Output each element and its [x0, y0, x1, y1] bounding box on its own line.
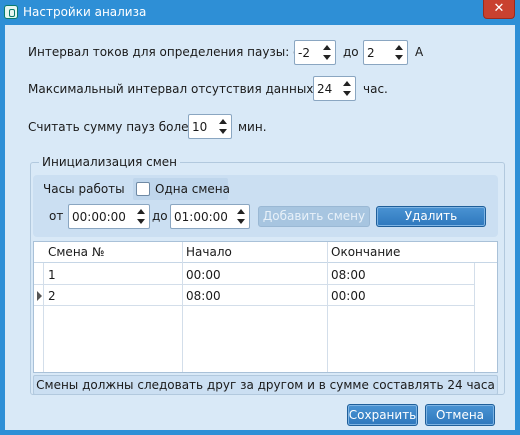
add-shift-button[interactable]: Добавить смену: [258, 206, 370, 227]
table-row[interactable]: 1 00:00 08:00: [34, 264, 474, 285]
shifts-group: Инициализация смен Часы работы Одна смен…: [30, 155, 505, 395]
shift-to-time-value[interactable]: 01:00:00: [174, 210, 228, 224]
column-header-start[interactable]: Начало: [186, 245, 232, 259]
shift-from-label: от: [49, 209, 64, 223]
shift-editor-panel: Часы работы Одна смена от 00:00:00 до 01…: [33, 175, 498, 237]
max-gap-spinner[interactable]: 24: [313, 76, 356, 101]
table-row[interactable]: 2 08:00 00:00: [34, 285, 474, 306]
table-header: Смена № Начало Окончание: [34, 242, 497, 263]
current-unit: А: [415, 45, 424, 59]
work-hours-label: Часы работы: [43, 182, 125, 196]
table-scrollbar[interactable]: [474, 263, 497, 372]
cancel-button[interactable]: Отмена: [425, 404, 495, 426]
save-button[interactable]: Сохранить: [347, 404, 418, 426]
dialog-body: Интервал токов для определения паузы: от…: [5, 25, 515, 430]
spinner-arrows-icon[interactable]: [136, 207, 147, 226]
shift-to-time-input[interactable]: 01:00:00: [170, 204, 250, 229]
column-divider: [327, 242, 328, 372]
shifts-note: Смены должны следовать друг за другом и …: [33, 375, 498, 395]
pause-sum-unit: мин.: [238, 120, 267, 134]
shift-to-label: до: [152, 209, 168, 223]
pause-sum-value[interactable]: 10: [192, 120, 207, 134]
settings-dialog: Настройки анализа ✕ Интервал токов для о…: [0, 0, 520, 435]
column-header-end[interactable]: Окончание: [331, 245, 400, 259]
spinner-arrows-icon[interactable]: [218, 117, 229, 136]
spinner-arrows-icon[interactable]: [394, 43, 405, 62]
current-row-pointer-icon: [37, 291, 42, 301]
cell-start[interactable]: 00:00: [186, 268, 221, 282]
spinner-arrows-icon[interactable]: [342, 79, 353, 98]
max-gap-label: Максимальный интервал отсутствия данных …: [28, 82, 333, 96]
one-shift-checkbox[interactable]: Одна смена: [133, 178, 230, 200]
column-divider: [182, 242, 183, 372]
spinner-arrows-icon[interactable]: [236, 207, 247, 226]
cell-shift-number[interactable]: 2: [48, 289, 56, 303]
shift-from-time-input[interactable]: 00:00:00: [68, 204, 150, 229]
app-icon: [4, 5, 18, 19]
current-to-spinner[interactable]: 2: [363, 40, 408, 65]
max-gap-value[interactable]: 24: [317, 82, 332, 96]
one-shift-label[interactable]: Одна смена: [155, 182, 230, 196]
max-gap-unit: час.: [363, 82, 388, 96]
pause-sum-spinner[interactable]: 10: [188, 114, 232, 139]
close-icon: ✕: [493, 1, 505, 16]
current-to-label: до: [343, 45, 359, 59]
title-bar[interactable]: Настройки анализа ✕: [0, 0, 520, 25]
pause-sum-label: Считать сумму пауз более: [28, 120, 196, 134]
cell-end[interactable]: 00:00: [331, 289, 366, 303]
cell-end[interactable]: 08:00: [331, 268, 366, 282]
checkbox-icon[interactable]: [136, 182, 150, 196]
current-from-value[interactable]: -2: [298, 46, 310, 60]
cell-start[interactable]: 08:00: [186, 289, 221, 303]
shifts-group-title: Инициализация смен: [39, 155, 181, 169]
cell-shift-number[interactable]: 1: [48, 268, 56, 282]
delete-shift-button[interactable]: Удалить: [376, 206, 486, 227]
shifts-table[interactable]: Смена № Начало Окончание 1 00:00 08:00 2…: [33, 241, 498, 373]
window-title: Настройки анализа: [23, 5, 147, 19]
current-from-spinner[interactable]: -2: [294, 40, 336, 65]
current-interval-label: Интервал токов для определения паузы: от: [28, 45, 308, 59]
close-button[interactable]: ✕: [483, 0, 515, 19]
current-to-value[interactable]: 2: [367, 46, 375, 60]
shift-from-time-value[interactable]: 00:00:00: [72, 210, 126, 224]
column-header-shift-number[interactable]: Смена №: [48, 245, 104, 259]
spinner-arrows-icon[interactable]: [322, 43, 333, 62]
